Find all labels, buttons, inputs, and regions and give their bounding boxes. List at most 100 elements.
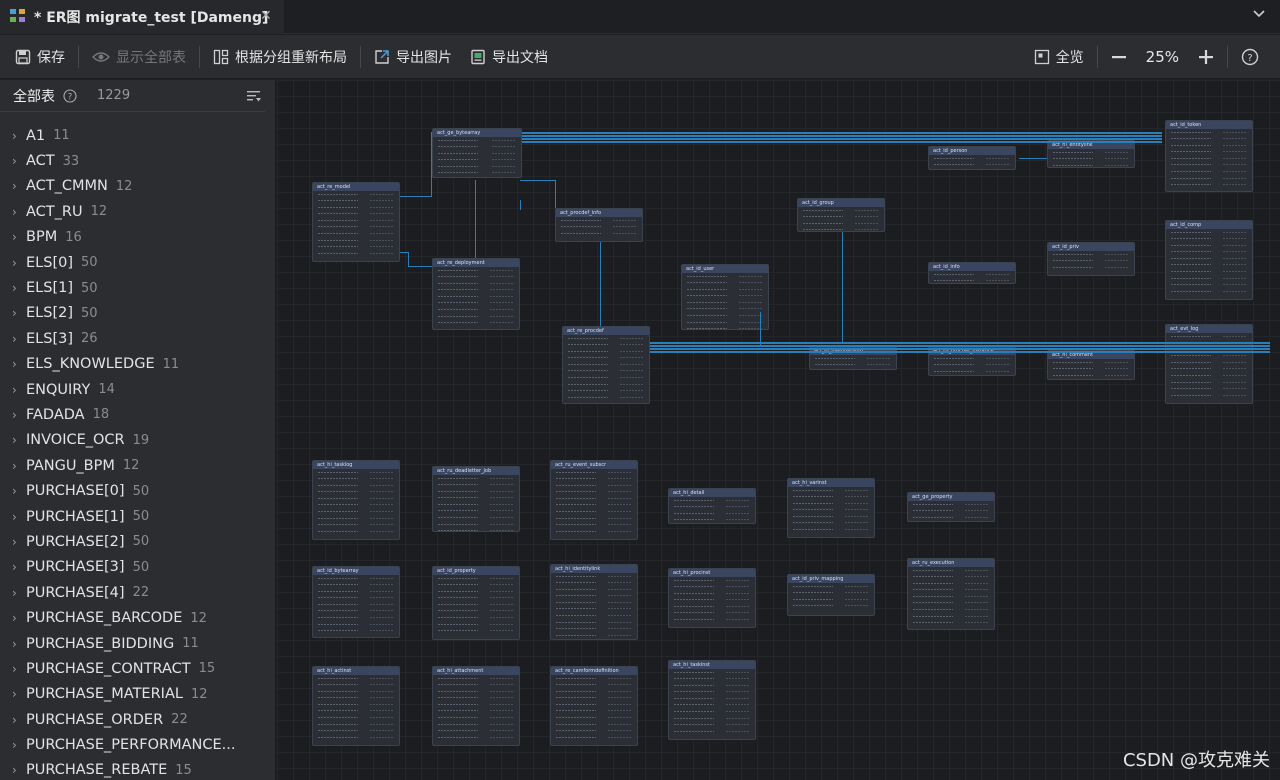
entity-table[interactable]: act_re_camformdefinition (550, 666, 638, 746)
tree-group-item[interactable]: › ELS[2] 50 (0, 301, 275, 326)
entity-column (788, 589, 874, 597)
svg-text:?: ? (1247, 53, 1252, 64)
entity-table[interactable]: act_id_info (928, 262, 1016, 284)
export-image-button[interactable]: 导出图片 (365, 42, 461, 72)
entity-table[interactable]: act_id_group (797, 198, 885, 232)
entity-table[interactable]: act_id_token (1165, 120, 1253, 192)
entity-column (551, 599, 637, 606)
tree-group-item[interactable]: › FADADA 18 (0, 402, 275, 427)
tree-group-item[interactable]: › PURCHASE_CONTRACT 15 (0, 656, 275, 681)
entity-column (669, 503, 755, 511)
tree-group-item[interactable]: › ELS[3] 26 (0, 326, 275, 351)
tree-group-item[interactable]: › PURCHASE[3] 50 (0, 555, 275, 580)
entity-column (563, 387, 649, 395)
tree-group-item[interactable]: › ACT 33 (0, 148, 275, 173)
tree-group-item[interactable]: › PANGU_BPM 12 (0, 453, 275, 478)
entity-table[interactable]: act_hi_attachment (432, 666, 520, 746)
entity-column (669, 708, 755, 716)
entity-column (551, 482, 637, 489)
save-button[interactable]: 保存 (6, 42, 74, 72)
entity-table[interactable]: act_re_deployment (432, 258, 520, 330)
entity-column (433, 299, 519, 307)
entity-table[interactable]: act_hi_varinst (787, 478, 875, 538)
entity-column (1048, 251, 1134, 258)
entity-table[interactable]: act_hi_entitylink (1047, 140, 1135, 168)
tree-group-item[interactable]: › PURCHASE_PERFORMANCE... (0, 732, 275, 757)
entity-table[interactable]: act_id_bytearray (312, 566, 400, 638)
filter-icon[interactable] (246, 88, 262, 104)
relayout-button[interactable]: 根据分组重新布局 (204, 42, 356, 72)
entity-column (313, 627, 399, 635)
tree-group-item[interactable]: › BPM 16 (0, 225, 275, 250)
tree-group-item[interactable]: › PURCHASE_MATERIAL 12 (0, 682, 275, 707)
entity-column (433, 163, 521, 170)
toolbar: 保存 显示全部表 根据分组重新布局 导出图片 导出文档 全览 25% ? (0, 35, 1280, 79)
entity-column (669, 715, 755, 722)
entity-column (669, 669, 755, 676)
tree-group-item[interactable]: › ELS_KNOWLEDGE 11 (0, 352, 275, 377)
show-all-button[interactable]: 显示全部表 (83, 42, 195, 72)
entity-table[interactable]: act_hi_comment (1047, 350, 1135, 380)
entity-table[interactable]: act_id_priv (1047, 242, 1135, 276)
tree-group-item[interactable]: › PURCHASE[1] 50 (0, 504, 275, 529)
chevron-down-icon[interactable] (1252, 7, 1266, 21)
relationship-line (555, 180, 556, 208)
tree-group-item[interactable]: › PURCHASE[0] 50 (0, 478, 275, 503)
relationship-line (842, 232, 843, 344)
tree-group-item[interactable]: › PURCHASE[2] 50 (0, 529, 275, 554)
tree-group-item[interactable]: › ACT_RU 12 (0, 199, 275, 224)
tree-group-item[interactable]: › ACT_CMMN 12 (0, 174, 275, 199)
entity-table[interactable]: act_hi_taskinst (668, 660, 756, 740)
entity-table[interactable]: act_ge_property (907, 492, 995, 522)
chevron-right-icon: › (12, 687, 17, 702)
entity-title: act_hi_tasklog (313, 461, 399, 469)
editor-tab[interactable]: * ER图 migrate_test [Dameng] (0, 0, 284, 34)
entity-column (1048, 149, 1134, 156)
tree-group-item[interactable]: › ENQUIRY 14 (0, 377, 275, 402)
entity-table[interactable]: act_id_priv_mapping (787, 574, 875, 616)
tree-group-item[interactable]: › A1 11 (0, 123, 275, 148)
entity-table[interactable]: act_hi_detail (668, 488, 756, 524)
entity-column (1166, 261, 1252, 269)
tree-group-item[interactable]: › PURCHASE_ORDER 22 (0, 707, 275, 732)
entity-table[interactable]: act_ru_event_subscr (550, 460, 638, 540)
entity-table[interactable]: act_ru_execution (907, 558, 995, 630)
entity-table[interactable]: act_evt_log (1165, 324, 1253, 404)
zoom-in-button[interactable] (1189, 42, 1223, 72)
tree-group-item[interactable]: › ELS[0] 50 (0, 250, 275, 275)
relationship-line (650, 348, 1270, 350)
entity-column (1166, 372, 1252, 380)
entity-table[interactable]: act_procdef_info (555, 208, 643, 242)
tree-group-item[interactable]: › PURCHASE_REBATE 15 (0, 758, 275, 780)
entity-table[interactable]: act_re_model (312, 182, 400, 262)
entity-table[interactable]: act_ru_deadletter_job (432, 466, 520, 532)
entity-title: act_ru_execution (908, 559, 994, 567)
entity-table[interactable]: act_id_person (928, 146, 1016, 170)
entity-table[interactable]: act_hi_identitylink (550, 564, 638, 640)
tree-group-item[interactable]: › PURCHASE[4] 22 (0, 580, 275, 605)
entity-table[interactable]: act_hi_procinst (668, 568, 756, 628)
export-doc-button[interactable]: 导出文档 (461, 42, 557, 72)
entity-table[interactable]: act_ge_bytearray (432, 128, 522, 178)
entity-table[interactable]: act_id_property (432, 566, 520, 640)
help-icon[interactable]: ? (63, 88, 77, 103)
entity-column (433, 627, 519, 635)
er-diagram-canvas[interactable]: CSDN @攻克难关 act_ge_bytearray act_re_model a… (277, 80, 1280, 780)
zoom-out-button[interactable] (1102, 42, 1136, 72)
close-icon[interactable]: ✕ (260, 8, 272, 24)
tree-group-item[interactable]: › ELS[1] 50 (0, 275, 275, 300)
entity-column (433, 494, 519, 502)
entity-table[interactable]: act_hi_actinst (312, 666, 400, 746)
tree-group-item[interactable]: › PURCHASE_BIDDING 11 (0, 631, 275, 656)
entity-table[interactable]: act_id_comp (1165, 220, 1253, 300)
entity-table[interactable]: act_id_user (681, 264, 769, 330)
tree-group-item[interactable]: › PURCHASE_BARCODE 12 (0, 605, 275, 630)
group-count: 12 (115, 178, 133, 194)
entity-column (669, 577, 755, 584)
entity-table[interactable]: act_hi_tasklog (312, 460, 400, 540)
entity-column (1166, 168, 1252, 176)
help-button[interactable]: ? (1232, 42, 1268, 72)
tree-group-item[interactable]: › INVOICE_OCR 19 (0, 428, 275, 453)
entity-table[interactable]: act_re_procdef (562, 326, 650, 404)
overview-button[interactable]: 全览 (1025, 42, 1093, 72)
